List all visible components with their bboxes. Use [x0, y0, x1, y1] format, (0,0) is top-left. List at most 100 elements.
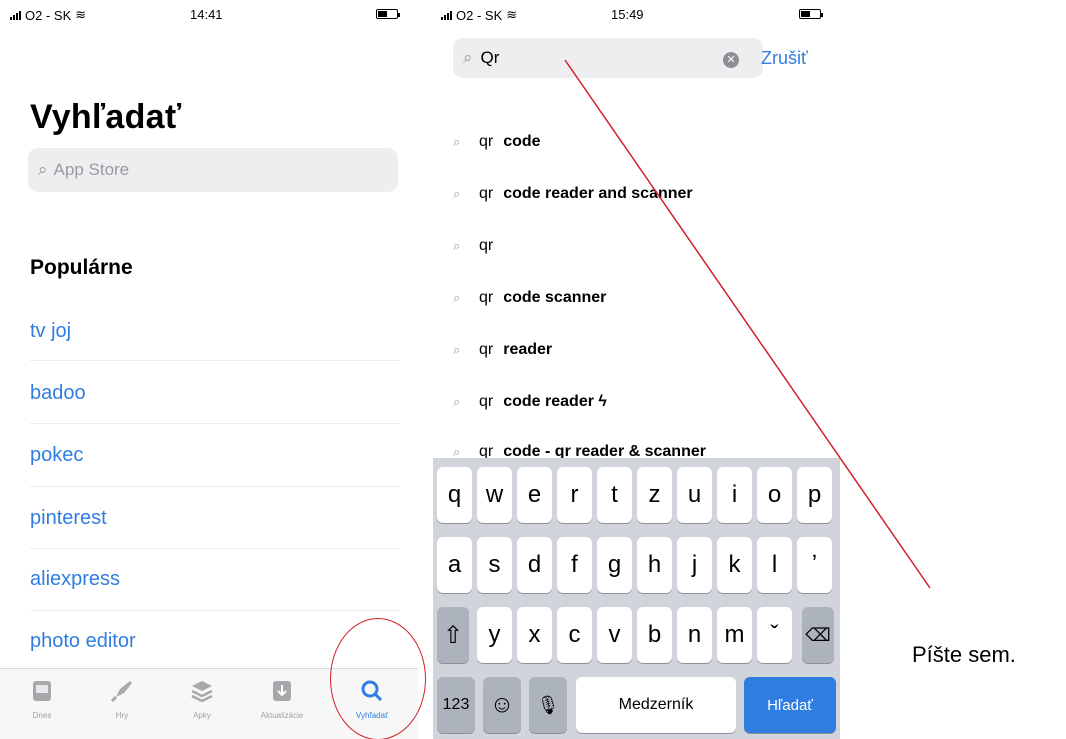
key[interactable]: e: [517, 467, 552, 523]
trending-link[interactable]: tv joj: [30, 320, 71, 343]
key[interactable]: d: [517, 537, 552, 593]
key[interactable]: z: [637, 467, 672, 523]
key[interactable]: c: [557, 607, 592, 663]
key[interactable]: n: [677, 607, 712, 663]
cancel-button[interactable]: Zrušiť: [761, 48, 808, 69]
suggestion-prefix: qr: [479, 341, 494, 358]
status-bar: O2 - SK ≋ 15:49: [433, 0, 840, 30]
annotation-text: Píšte sem.: [912, 642, 1016, 667]
section-title-popular: Populárne: [30, 256, 133, 279]
backspace-key[interactable]: ⌫: [802, 607, 834, 663]
key[interactable]: b: [637, 607, 672, 663]
key[interactable]: q: [437, 467, 472, 523]
search-icon: ⌕: [453, 394, 461, 409]
keyboard: q w e r t z u i o p a s d f g h j k l ʼ …: [433, 458, 840, 739]
page-title: Vyhľadať: [30, 98, 182, 136]
carrier: O2 - SK ≋: [441, 7, 517, 23]
carrier-name: O2 - SK: [25, 7, 72, 23]
key[interactable]: f: [557, 537, 592, 593]
search-input[interactable]: ⌕ Qr: [453, 38, 763, 78]
key[interactable]: r: [557, 467, 592, 523]
key[interactable]: h: [637, 537, 672, 593]
key[interactable]: ʼ: [797, 537, 832, 593]
suggestion-item[interactable]: ⌕ qr code reader and scanner: [453, 185, 693, 203]
key[interactable]: k: [717, 537, 752, 593]
battery-icon: [799, 9, 823, 19]
tab-label: Aktualizácie: [260, 711, 304, 720]
tab-label: Hry: [115, 711, 129, 720]
suggestion-item[interactable]: ⌕ qr reader: [453, 341, 552, 359]
tab-label: Apky: [193, 711, 211, 720]
carrier: O2 - SK ≋: [10, 7, 86, 23]
tab-games[interactable]: Hry: [90, 677, 154, 720]
trending-link[interactable]: photo editor: [30, 630, 136, 653]
key[interactable]: g: [597, 537, 632, 593]
key[interactable]: i: [717, 467, 752, 523]
battery-icon: [376, 9, 400, 19]
space-key[interactable]: Medzerník: [576, 677, 736, 733]
numbers-key[interactable]: 123: [437, 677, 475, 733]
suggestion-item[interactable]: ⌕ qr: [453, 237, 503, 255]
key[interactable]: w: [477, 467, 512, 523]
divider: [30, 610, 400, 611]
search-icon: ⌕: [453, 290, 461, 305]
tab-today[interactable]: Dnes: [10, 677, 74, 720]
divider: [30, 486, 400, 487]
microphone-key[interactable]: 🎙: [529, 677, 567, 733]
carrier-name: O2 - SK: [456, 7, 503, 23]
search-key[interactable]: Hľadať: [744, 677, 836, 733]
key[interactable]: u: [677, 467, 712, 523]
key[interactable]: s: [477, 537, 512, 593]
key[interactable]: l: [757, 537, 792, 593]
suggestion-prefix: qr: [479, 237, 494, 254]
search-placeholder: App Store: [53, 160, 130, 179]
backspace-icon: ⌫: [805, 624, 831, 645]
status-time: 14:41: [190, 7, 223, 22]
key[interactable]: o: [757, 467, 792, 523]
today-icon: [33, 681, 51, 701]
key[interactable]: j: [677, 537, 712, 593]
tab-label: Dnes: [32, 711, 52, 720]
status-time: 15:49: [611, 7, 644, 22]
divider: [30, 548, 400, 549]
suggestion-item[interactable]: ⌕ qr code scanner: [453, 289, 606, 307]
trending-link[interactable]: badoo: [30, 382, 86, 405]
clear-icon[interactable]: ✕: [723, 52, 739, 68]
suggestion-rest: code reader ϟ: [503, 393, 607, 410]
trending-link[interactable]: pinterest: [30, 507, 107, 530]
search-icon: ⌕: [453, 238, 461, 253]
search-icon: ⌕: [453, 186, 461, 201]
key[interactable]: a: [437, 537, 472, 593]
suggestion-item[interactable]: ⌕ qr code reader ϟ: [453, 393, 607, 411]
suggestion-item[interactable]: ⌕ qr code: [453, 133, 541, 151]
key[interactable]: p: [797, 467, 832, 523]
download-icon: [273, 681, 291, 701]
search-input[interactable]: ⌕ App Store: [28, 148, 398, 192]
wifi-icon: ≋: [506, 7, 518, 22]
key[interactable]: y: [477, 607, 512, 663]
tab-updates[interactable]: Aktualizácie: [250, 677, 314, 720]
trending-link[interactable]: pokec: [30, 444, 83, 467]
search-value: Qr: [480, 48, 500, 67]
emoji-key[interactable]: ☺: [483, 677, 521, 733]
key[interactable]: m: [717, 607, 752, 663]
trending-link[interactable]: aliexpress: [30, 568, 120, 591]
status-bar: O2 - SK ≋ 14:41: [0, 0, 418, 30]
key[interactable]: ˇ: [757, 607, 792, 663]
key[interactable]: x: [517, 607, 552, 663]
suggestion-prefix: qr: [479, 185, 494, 202]
shift-key[interactable]: ⇧: [437, 607, 469, 663]
suggestion-rest: code scanner: [503, 289, 607, 306]
divider: [30, 360, 400, 361]
key[interactable]: t: [597, 467, 632, 523]
signal-icon: [441, 10, 452, 20]
suggestion-rest: reader: [503, 341, 553, 358]
screenshot-composite: O2 - SK ≋ 14:41 Vyhľadať ⌕ App Store Pop…: [0, 0, 1066, 739]
tab-apps[interactable]: Apky: [170, 677, 234, 720]
shift-icon: ⇧: [442, 621, 464, 649]
search-icon: ⌕: [453, 134, 461, 149]
suggestion-rest: code reader and scanner: [503, 185, 693, 202]
key[interactable]: v: [597, 607, 632, 663]
annotation-circle: [330, 618, 426, 739]
search-icon: ⌕: [38, 160, 48, 179]
